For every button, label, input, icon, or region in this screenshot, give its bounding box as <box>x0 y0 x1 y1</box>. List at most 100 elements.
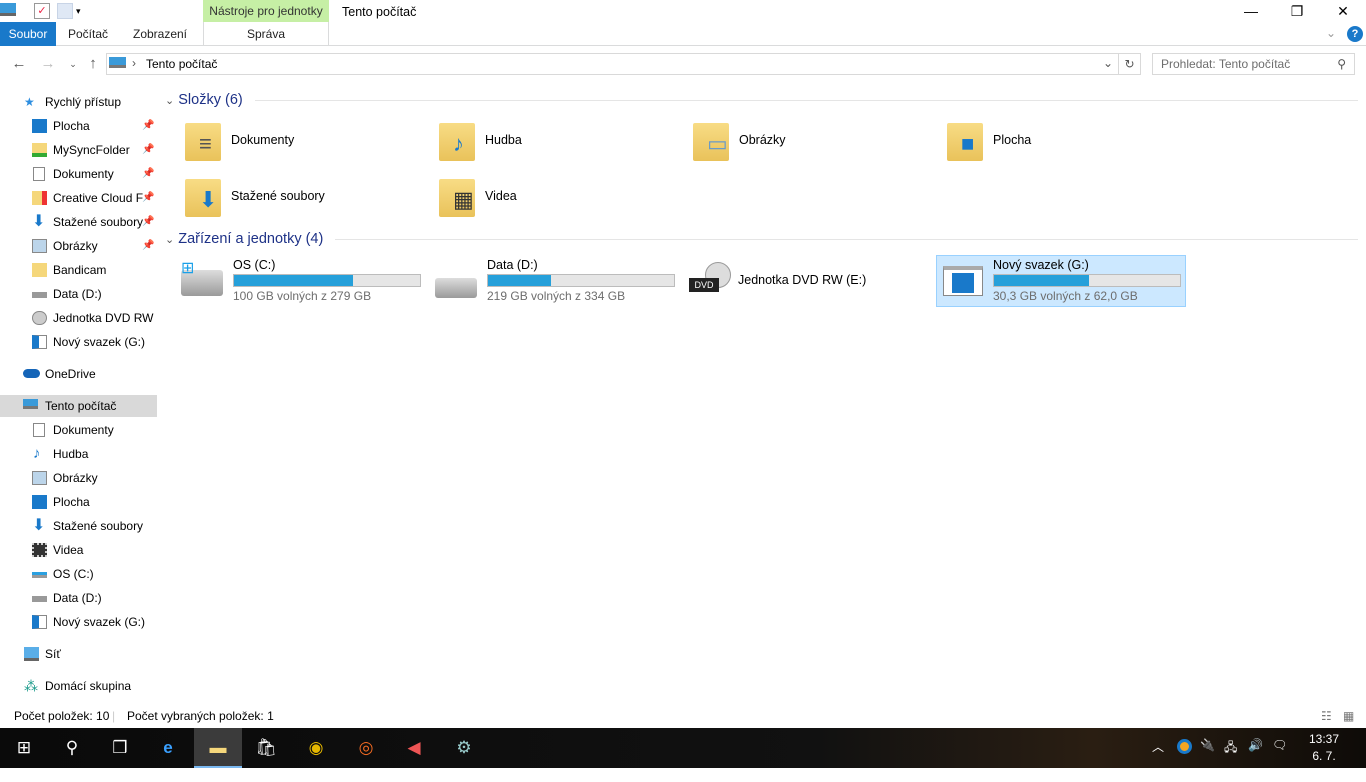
folder-item[interactable]: ■ Plocha <box>947 119 1197 165</box>
notifications-icon[interactable]: 🗨 <box>1272 738 1287 752</box>
address-dropdown-icon[interactable]: ⌄ <box>1103 56 1113 70</box>
nav-item[interactable]: OS (C:) <box>0 563 157 585</box>
pictures-icon <box>32 239 47 253</box>
origin-icon[interactable]: ◎ <box>342 728 390 768</box>
task-view-button[interactable]: ❒ <box>96 728 144 768</box>
clock[interactable]: 13:37 6. 7. 2016 <box>1298 731 1350 782</box>
new-folder-icon[interactable] <box>57 3 73 19</box>
details-view-button[interactable]: ☷ <box>1321 705 1332 728</box>
download-icon: ⬇ <box>32 517 46 534</box>
close-button[interactable]: ✕ <box>1320 0 1366 22</box>
nav-item[interactable]: Nový svazek (G:) <box>0 611 157 633</box>
tab-file[interactable]: Soubor <box>0 22 56 46</box>
nav-item[interactable]: ♪ Hudba <box>0 443 157 465</box>
search-button[interactable]: ⚲ <box>48 728 96 768</box>
drive-icon <box>435 278 477 298</box>
chrome-icon[interactable]: ◉ <box>292 728 340 768</box>
nav-item[interactable]: Videa <box>0 539 157 561</box>
system-drive-icon <box>32 572 47 578</box>
nav-homegroup[interactable]: ⁂ Domácí skupina <box>0 675 157 697</box>
search-input[interactable]: Prohledat: Tento počítač ⚲ <box>1152 53 1355 75</box>
nav-item[interactable]: Creative Cloud F 📌 <box>0 187 157 209</box>
up-button[interactable]: ↑ <box>82 52 104 76</box>
breadcrumb-this-pc[interactable]: Tento počítač <box>146 57 217 71</box>
videos-icon <box>32 543 47 557</box>
desktop-icon <box>32 119 47 133</box>
store-icon[interactable]: 🛍 <box>242 728 290 768</box>
restore-button[interactable]: ❐ <box>1274 0 1320 22</box>
selected-count: Počet vybraných položek: 1 <box>127 709 274 723</box>
large-icons-view-button[interactable]: ▦ <box>1343 705 1354 728</box>
nav-item[interactable]: Data (D:) <box>0 587 157 609</box>
volume-tray-icon[interactable]: 🔊 <box>1248 738 1263 752</box>
sync-tray-icon[interactable] <box>1177 739 1192 754</box>
computer-icon[interactable] <box>0 3 16 16</box>
nav-item[interactable]: Data (D:) <box>0 283 157 305</box>
nav-item[interactable]: Jednotka DVD RW (E <box>0 307 157 329</box>
group-drives[interactable]: ⌄ Zařízení a jednotky (4) <box>165 228 1358 250</box>
usage-bar <box>993 274 1181 287</box>
nav-item[interactable]: Dokumenty <box>0 419 157 441</box>
drive-e[interactable]: DVD Jednotka DVD RW (E:) <box>685 256 935 308</box>
usage-bar <box>487 274 675 287</box>
volume-icon <box>32 335 47 349</box>
nav-item[interactable]: ⬇ Stažené soubory 📌 <box>0 211 157 233</box>
refresh-button[interactable]: ↻ <box>1119 53 1141 75</box>
folder-item[interactable]: ▦ Videa <box>439 175 689 221</box>
usage-bar <box>233 274 421 287</box>
chevron-down-icon: ⌄ <box>165 234 175 246</box>
nav-item[interactable]: MySyncFolder 📌 <box>0 139 157 161</box>
nav-item[interactable]: Obrázky <box>0 467 157 489</box>
nav-onedrive[interactable]: OneDrive <box>0 363 157 385</box>
pin-icon: 📌 <box>142 216 155 227</box>
help-icon[interactable]: ? <box>1347 26 1363 42</box>
drive-c[interactable]: ⊞ OS (C:) 100 GB volných z 279 GB <box>177 256 427 308</box>
folder-item[interactable]: ≡ Dokumenty <box>185 119 435 165</box>
tab-manage[interactable]: Správa <box>203 22 329 46</box>
steam-icon[interactable]: ⚙ <box>440 728 488 768</box>
nav-item[interactable]: Plocha <box>0 491 157 513</box>
network-tray-icon[interactable]: 🖧 <box>1224 738 1237 759</box>
folder-item[interactable]: ▭ Obrázky <box>693 119 943 165</box>
usage-fill <box>234 275 354 286</box>
forward-button[interactable]: → <box>37 52 59 76</box>
nav-item[interactable]: Bandicam <box>0 259 157 281</box>
nav-network[interactable]: Síť <box>0 643 157 665</box>
drive-d[interactable]: Data (D:) 219 GB volných z 334 GB <box>431 256 681 308</box>
edge-icon[interactable]: e <box>144 728 192 768</box>
search-icon: ⚲ <box>1337 57 1346 71</box>
nav-item[interactable]: Dokumenty 📌 <box>0 163 157 185</box>
nav-item[interactable]: ⬇ Stažené soubory <box>0 515 157 537</box>
start-button[interactable]: ⊞ <box>0 728 48 768</box>
properties-icon[interactable]: ✓ <box>34 3 50 19</box>
minimize-button[interactable]: — <box>1228 0 1274 22</box>
folder-item[interactable]: ⬇ Stažené soubory <box>185 175 435 221</box>
drive-g[interactable]: Nový svazek (G:) 30,3 GB volných z 62,0 … <box>936 255 1186 307</box>
nav-this-pc[interactable]: Tento počítač <box>0 395 157 417</box>
file-explorer-icon[interactable]: ▬ <box>194 728 242 768</box>
dvd-icon <box>32 311 47 325</box>
address-bar[interactable]: › Tento počítač ⌄ <box>106 53 1119 75</box>
tab-computer[interactable]: Počítač <box>58 22 118 46</box>
customize-qat-icon[interactable]: ▾ <box>76 3 92 19</box>
title-bar: ✓ ▾ Nástroje pro jednotky Tento počítač … <box>0 0 1366 22</box>
folder-item[interactable]: ♪ Hudba <box>439 119 689 165</box>
folder-icon <box>32 263 47 277</box>
music-folder-icon: ♪ <box>439 123 475 161</box>
back-button[interactable]: ← <box>8 52 30 76</box>
star-icon: ★ <box>24 95 35 109</box>
nav-item[interactable]: Plocha 📌 <box>0 115 157 137</box>
battery-icon[interactable]: 🔌 <box>1200 738 1215 752</box>
nav-quick-access[interactable]: ★ Rychlý přístup <box>0 91 157 113</box>
pin-icon: 📌 <box>142 144 155 155</box>
item-count: Počet položek: 10 <box>14 709 110 723</box>
nav-item[interactable]: Nový svazek (G:) <box>0 331 157 353</box>
tab-view[interactable]: Zobrazení <box>124 22 196 46</box>
show-hidden-icons[interactable]: ︿ <box>1152 738 1164 755</box>
group-folders[interactable]: ⌄ Složky (6) <box>165 89 1358 111</box>
expand-ribbon-icon[interactable]: ⌄ <box>1326 26 1336 40</box>
recent-locations-button[interactable]: ⌄ <box>62 52 84 76</box>
homegroup-icon: ⁂ <box>24 678 38 694</box>
nav-item[interactable]: Obrázky 📌 <box>0 235 157 257</box>
audio-app-icon[interactable]: ◀ <box>390 728 438 768</box>
